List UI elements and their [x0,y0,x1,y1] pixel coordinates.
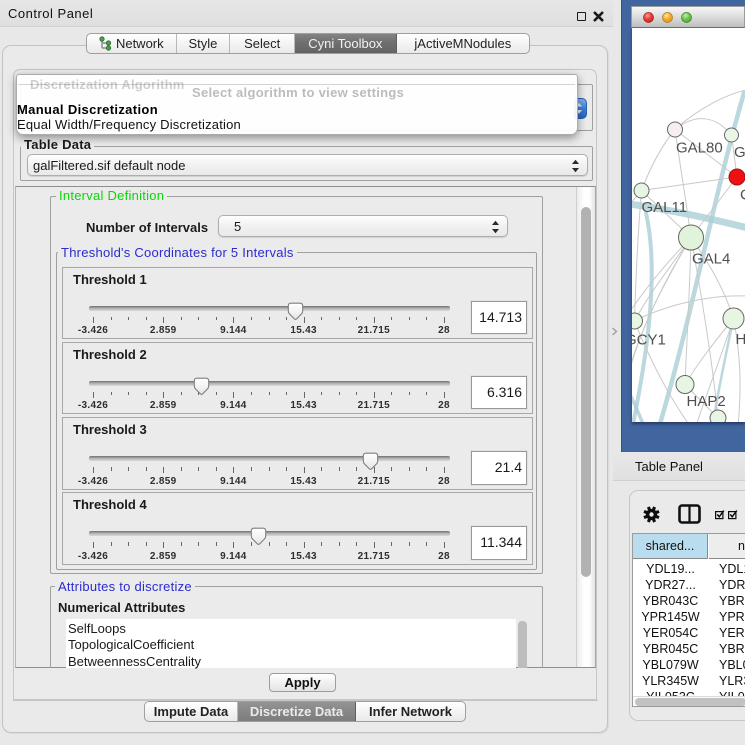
svg-text:GAL80: GAL80 [676,140,723,157]
svg-text:GA: GA [734,144,745,161]
svg-text:C: C [740,187,745,204]
svg-text:GAL4: GAL4 [692,251,730,268]
svg-text:GCY1: GCY1 [632,332,666,349]
svg-text:GAL11: GAL11 [642,199,688,216]
svg-text:HAP2: HAP2 [687,393,726,410]
svg-text:H: H [736,331,745,348]
